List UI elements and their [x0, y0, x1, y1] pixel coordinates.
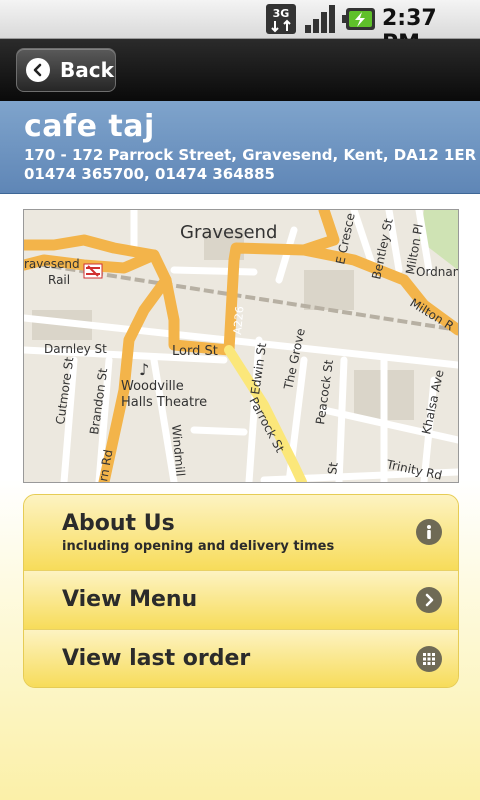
grid-icon [416, 646, 442, 672]
restaurant-header: cafe taj 170 - 172 Parrock Street, Grave… [0, 101, 480, 194]
map-canvas: ♪ Gravesend ravesend Rail Darnley St Lor… [24, 210, 458, 482]
back-button[interactable]: Back [16, 48, 116, 92]
view-menu-label: View Menu [62, 587, 198, 612]
map-label: Woodville [121, 379, 184, 394]
view-last-order-item[interactable]: View last order [24, 630, 458, 687]
chevron-right-icon [416, 587, 442, 613]
about-us-subtitle: including opening and delivery times [62, 539, 335, 554]
map-label: St [325, 461, 341, 475]
map-label: Lord St [172, 344, 218, 359]
map-label: ravesend [24, 257, 80, 271]
view-menu-item[interactable]: View Menu [24, 571, 458, 630]
svg-text:♪: ♪ [139, 360, 149, 379]
map-label: Ordnan [416, 265, 458, 279]
battery-charging-icon [342, 8, 375, 30]
back-label: Back [60, 58, 114, 82]
view-last-order-label: View last order [62, 646, 251, 671]
signal-strength-icon [305, 5, 335, 33]
status-bar: 3G 2:37 PM [0, 0, 480, 56]
chevron-left-icon [26, 58, 50, 82]
top-bar: Back [0, 39, 480, 101]
location-map[interactable]: ♪ Gravesend ravesend Rail Darnley St Lor… [23, 209, 459, 483]
main-menu: About Us including opening and delivery … [23, 494, 459, 688]
about-us-title: About Us [62, 511, 175, 536]
map-label: A226 [231, 306, 246, 336]
network-type-label: 3G [273, 7, 290, 20]
about-us-item[interactable]: About Us including opening and delivery … [24, 495, 458, 571]
info-icon [416, 519, 442, 545]
3g-network-icon: 3G [266, 4, 296, 34]
restaurant-name: cafe taj [24, 109, 155, 144]
map-label: Rail [48, 273, 70, 287]
map-label: Darnley St [44, 342, 107, 356]
restaurant-address: 170 - 172 Parrock Street, Gravesend, Ken… [24, 146, 477, 164]
map-label: Halls Theatre [121, 395, 207, 410]
restaurant-phone[interactable]: 01474 365700, 01474 364885 [24, 165, 275, 183]
map-label: Gravesend [180, 222, 277, 243]
